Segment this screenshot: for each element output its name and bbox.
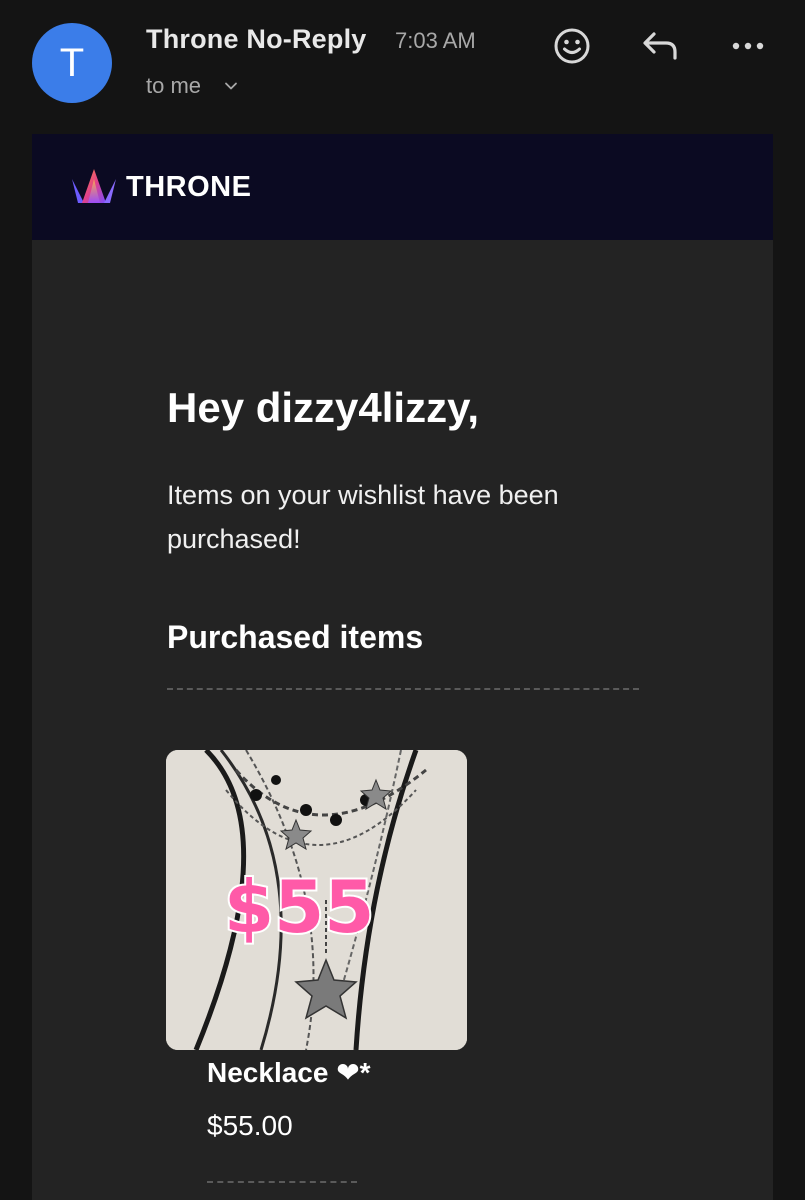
brand-header: THRONE [32, 134, 773, 240]
divider [207, 1181, 357, 1183]
product-name[interactable]: Necklace ❤* [207, 1056, 371, 1089]
recipient-toggle[interactable]: to me [146, 73, 239, 99]
greeting-heading: Hey dizzy4lizzy, [167, 384, 480, 431]
necklace-photo: $55 [166, 750, 467, 1050]
crown-logo-icon [72, 169, 116, 203]
email-time: 7:03 AM [395, 28, 476, 53]
emoji-reaction-button[interactable] [550, 24, 594, 68]
sender-name[interactable]: Throne No-Reply [146, 24, 367, 55]
more-options-button[interactable] [726, 24, 770, 68]
chevron-down-icon [225, 82, 237, 90]
notification-message: Items on your wishlist have been purchas… [167, 480, 559, 554]
brand-name: THRONE [126, 170, 252, 203]
reply-icon [643, 32, 677, 60]
divider [167, 688, 639, 690]
product-image[interactable]: $55 [166, 750, 467, 1050]
emoji-icon [554, 28, 590, 64]
email-body-card: THRONE Hey dizzy4lizzy, Items on your wi… [32, 134, 773, 1200]
recipient-label: to me [146, 73, 202, 98]
more-icon [732, 42, 764, 50]
reply-button[interactable] [638, 24, 682, 68]
section-title: Purchased items [167, 619, 424, 655]
image-price-overlay: $55 [224, 865, 374, 949]
email-header: T Throne No-Reply 7:03 AM to me [0, 0, 805, 134]
sender-avatar[interactable]: T [32, 23, 112, 103]
product-price: $55.00 [207, 1110, 293, 1141]
